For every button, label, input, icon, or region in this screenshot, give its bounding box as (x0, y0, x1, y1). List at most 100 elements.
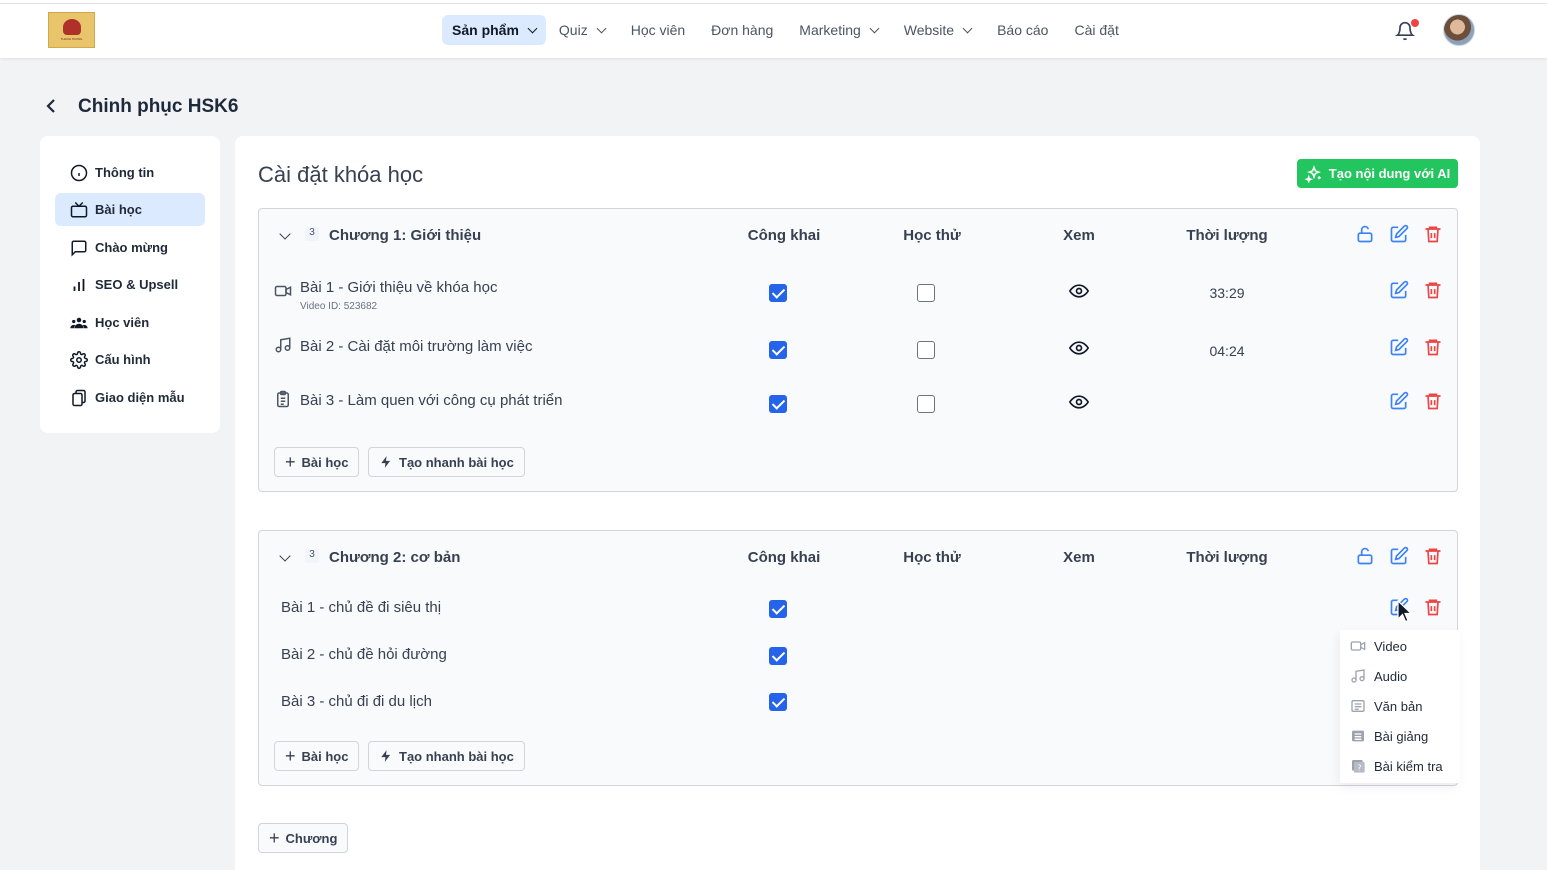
menu-item-quiz[interactable]: ? Bài kiểm tra (1350, 756, 1443, 776)
chapter-header: 3 Chương 1: Giới thiệu Công khai Học thử… (259, 224, 1457, 247)
column-header-duration: Thời lượng (1186, 227, 1268, 244)
menu-item-video[interactable]: Video (1350, 636, 1407, 656)
public-checkbox[interactable] (769, 395, 787, 413)
unlock-icon[interactable] (1355, 546, 1375, 566)
edit-icon[interactable] (1389, 280, 1409, 300)
column-header-trial: Học thử (903, 549, 961, 566)
top-navbar: THANH TRUNG Sản phẩm Quiz Học viên Đơn h… (0, 4, 1547, 58)
course-settings-panel: Cài đặt khóa học Tạo nội dung với AI 3 C… (235, 136, 1480, 870)
sidebar-item-giao-dien-mau[interactable]: Giao diện mẫu (55, 381, 205, 414)
bolt-icon (381, 456, 391, 468)
lesson-row[interactable]: Bài 3 - chủ đi đi du lịch (259, 693, 1457, 733)
music-icon (275, 337, 291, 353)
notification-dot (1411, 19, 1419, 27)
trash-icon[interactable] (1423, 546, 1443, 566)
page-title: Chinh phục HSK6 (78, 96, 239, 117)
video-icon (1350, 641, 1366, 651)
lesson-duration: 33:29 (1209, 285, 1245, 301)
template-icon (72, 389, 86, 406)
edit-icon[interactable] (1389, 391, 1409, 411)
lesson-row[interactable]: Bài 1 - Giới thiệu về khóa học Video ID:… (259, 279, 1457, 319)
text-icon (1351, 700, 1365, 712)
eye-icon[interactable] (1069, 395, 1089, 409)
nav-hoc-vien[interactable]: Học viên (618, 15, 698, 45)
trial-checkbox[interactable] (917, 395, 935, 413)
quick-create-lesson-button[interactable]: Tạo nhanh bài học (368, 741, 525, 771)
clipboard-icon (277, 390, 289, 408)
column-header-trial: Học thử (903, 227, 961, 244)
edit-icon[interactable] (1389, 546, 1409, 566)
video-icon (274, 285, 292, 297)
sidebar-item-chao-mung[interactable]: Chào mừng (55, 231, 205, 264)
lesson-row[interactable]: Bài 2 - chủ đề hỏi đường (259, 646, 1457, 686)
column-header-public: Công khai (747, 227, 821, 244)
chevron-down-icon (962, 23, 973, 33)
add-chapter-button[interactable]: + Chương (258, 823, 349, 853)
menu-item-text[interactable]: Văn bản (1350, 696, 1422, 716)
trash-icon[interactable] (1423, 597, 1443, 617)
nav-cai-dat[interactable]: Cài đặt (1061, 15, 1131, 45)
sidebar-item-cau-hinh[interactable]: Cấu hình (55, 343, 205, 376)
sidebar-item-thong-tin[interactable]: Thông tin (55, 156, 205, 189)
eye-icon[interactable] (1069, 284, 1089, 298)
trash-icon[interactable] (1423, 337, 1443, 357)
chapter-card: 3 Chương 2: cơ bản Công khai Học thử Xem… (258, 530, 1458, 786)
trash-icon[interactable] (1423, 391, 1443, 411)
tv-icon (70, 201, 88, 217)
lesson-duration: 04:24 (1209, 343, 1245, 359)
brand-logo[interactable]: THANH TRUNG (48, 12, 95, 48)
trash-icon[interactable] (1423, 280, 1443, 300)
lesson-row[interactable]: Bài 1 - chủ đề đi siêu thị (259, 597, 1457, 639)
user-avatar[interactable] (1443, 14, 1475, 46)
chevron-down-icon (527, 23, 538, 33)
public-checkbox[interactable] (769, 600, 787, 618)
chevron-down-icon (596, 23, 607, 33)
plus-icon: + (285, 452, 296, 472)
video-id-label: Video ID: 523682 (300, 301, 378, 312)
nav-bao-cao[interactable]: Báo cáo (984, 15, 1061, 45)
chevron-down-icon[interactable] (279, 550, 291, 562)
public-checkbox[interactable] (769, 284, 787, 302)
eye-icon[interactable] (1069, 341, 1089, 355)
sidebar: Thông tin Bài học Chào mừng SEO & Upsell… (40, 136, 220, 433)
section-title: Cài đặt khóa học (258, 162, 424, 187)
quiz-icon: ? (1352, 760, 1365, 773)
back-arrow-icon[interactable] (44, 98, 58, 114)
sidebar-item-seo-upsell[interactable]: SEO & Upsell (55, 268, 205, 301)
add-lesson-button[interactable]: + Bài học (274, 741, 360, 771)
menu-item-lecture[interactable]: Bài giảng (1350, 726, 1428, 746)
music-icon (1351, 669, 1365, 683)
quick-create-lesson-button[interactable]: Tạo nhanh bài học (368, 447, 525, 477)
nav-don-hang[interactable]: Đơn hàng (698, 15, 786, 45)
trash-icon[interactable] (1423, 224, 1443, 244)
public-checkbox[interactable] (769, 647, 787, 665)
chevron-down-icon[interactable] (279, 228, 291, 240)
edit-icon[interactable] (1389, 337, 1409, 357)
add-lesson-button[interactable]: + Bài học (274, 447, 360, 477)
sidebar-item-bai-hoc[interactable]: Bài học (55, 193, 205, 226)
lesson-row[interactable]: Bài 3 - Làm quen với công cụ phát triển (259, 390, 1457, 432)
message-icon (71, 240, 87, 257)
sidebar-item-hoc-vien[interactable]: Học viên (55, 306, 205, 339)
nav-quiz[interactable]: Quiz (546, 15, 618, 45)
lesson-row[interactable]: Bài 2 - Cài đặt môi trường làm việc 04:2… (259, 337, 1457, 378)
nav-website[interactable]: Website (891, 15, 984, 45)
trial-checkbox[interactable] (917, 284, 935, 302)
nav-marketing[interactable]: Marketing (786, 15, 890, 45)
chapter-header: 3 Chương 2: cơ bản Công khai Học thử Xem… (259, 546, 1457, 569)
trial-checkbox[interactable] (917, 341, 935, 359)
column-header-view: Xem (1063, 227, 1095, 244)
chevron-down-icon (869, 23, 880, 33)
nav-san-pham[interactable]: Sản phẩm (442, 15, 546, 45)
lesson-title: Bài 2 - Cài đặt môi trường làm việc (300, 338, 533, 355)
public-checkbox[interactable] (769, 693, 787, 711)
mouse-cursor-icon (1397, 600, 1413, 623)
lesson-title: Bài 2 - chủ đề hỏi đường (281, 646, 447, 663)
lecture-icon (1352, 730, 1364, 742)
unlock-icon[interactable] (1355, 224, 1375, 244)
edit-icon[interactable] (1389, 224, 1409, 244)
menu-item-audio[interactable]: Audio (1350, 666, 1407, 686)
chapter-title: Chương 2: cơ bản (329, 549, 461, 566)
create-with-ai-button[interactable]: Tạo nội dung với AI (1297, 159, 1458, 188)
public-checkbox[interactable] (769, 341, 787, 359)
